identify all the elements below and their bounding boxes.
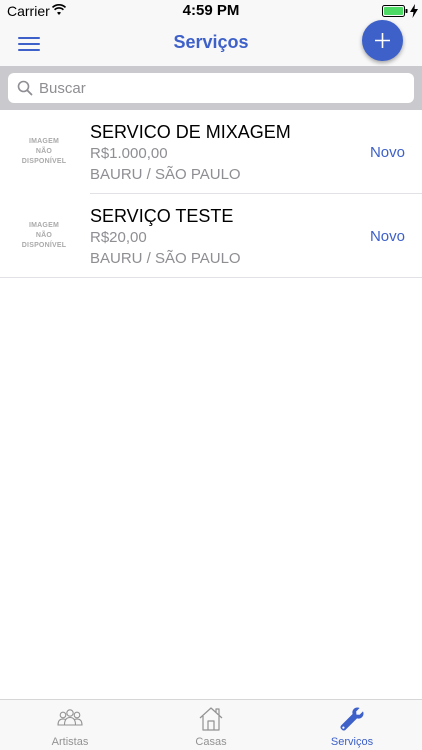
tab-label: Artistas (51, 736, 89, 748)
page-title: Serviços (173, 32, 249, 52)
people-icon (57, 709, 83, 726)
service-status-badge: Novo (369, 228, 405, 245)
placeholder-text: IMAGEM (29, 138, 59, 145)
service-list-item[interactable]: IMAGEM NÃO DISPONÍVEL SERVICO DE MIXAGEM… (0, 110, 422, 194)
service-location: BAURU / SÃO PAULO (90, 166, 241, 183)
tab-label: Serviços (330, 736, 374, 748)
wrench-icon (340, 707, 364, 731)
service-title: SERVIÇO TESTE (90, 206, 234, 226)
placeholder-text: DISPONÍVEL (21, 158, 67, 165)
tab-artistas[interactable]: Artistas (0, 700, 140, 750)
add-button[interactable] (362, 20, 403, 61)
tab-label: Casas (195, 736, 227, 748)
image-unavailable-placeholder: IMAGEM NÃO DISPONÍVEL (10, 120, 78, 184)
tab-bar: Artistas Casas Serviços (0, 699, 422, 750)
search-bar (0, 66, 422, 110)
search-field[interactable] (8, 73, 414, 103)
service-list-item[interactable]: IMAGEM NÃO DISPONÍVEL SERVIÇO TESTE R$20… (0, 194, 422, 278)
placeholder-text: IMAGEM (29, 222, 59, 229)
image-unavailable-placeholder: IMAGEM NÃO DISPONÍVEL (10, 204, 78, 268)
search-icon (17, 80, 33, 96)
service-title: SERVICO DE MIXAGEM (90, 122, 291, 142)
screen: Carrier 4:59 PM Serviços Buscar IMAGEM N… (0, 0, 422, 750)
plus-icon (375, 33, 390, 48)
service-location: BAURU / SÃO PAULO (90, 250, 241, 267)
placeholder-text: NÃO (35, 148, 53, 155)
service-price: R$20,00 (90, 229, 147, 246)
service-price: R$1.000,00 (90, 145, 168, 162)
search-input[interactable] (39, 73, 399, 103)
status-time: 4:59 PM (182, 2, 240, 19)
placeholder-text: NÃO (35, 232, 53, 239)
battery-icon (382, 5, 408, 17)
placeholder-text: DISPONÍVEL (21, 242, 67, 249)
tab-servicos[interactable]: Serviços (282, 700, 422, 750)
status-bar: Carrier 4:59 PM (0, 0, 422, 22)
services-list: IMAGEM NÃO DISPONÍVEL SERVICO DE MIXAGEM… (0, 110, 422, 278)
house-icon (199, 707, 223, 731)
tab-casas[interactable]: Casas (141, 700, 281, 750)
navigation-bar: Serviços (0, 20, 422, 66)
charging-icon (410, 4, 418, 18)
service-status-badge: Novo (369, 144, 405, 161)
